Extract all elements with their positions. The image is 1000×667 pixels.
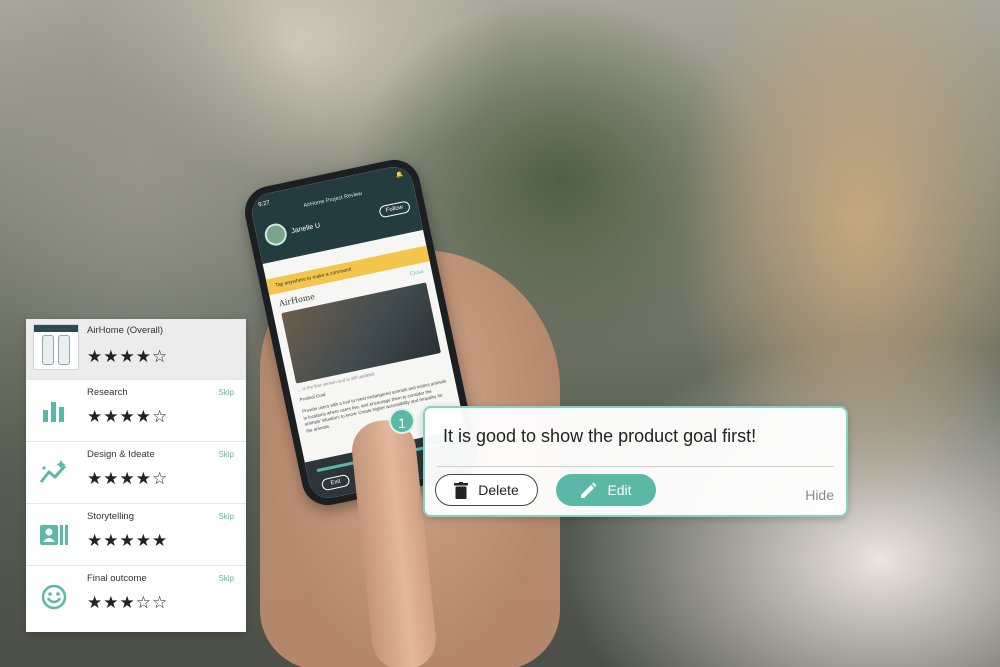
rating-row-research[interactable]: Research Skip ★★★★☆ xyxy=(26,380,246,442)
star-rating[interactable]: ★★★★☆ xyxy=(87,469,168,489)
star-rating[interactable]: ★★★★☆ xyxy=(87,407,168,427)
delete-button[interactable]: Delete xyxy=(435,474,538,506)
smiley-icon xyxy=(41,584,67,610)
phone-time: 9:27 xyxy=(257,199,271,209)
comment-text: It is good to show the product goal firs… xyxy=(443,426,757,446)
avatar[interactable] xyxy=(262,221,289,248)
bell-icon[interactable]: 🔔 xyxy=(395,171,404,179)
rating-panel: AirHome (Overall) ★★★★☆ Research Skip ★★… xyxy=(26,319,246,632)
comment-card: It is good to show the product goal firs… xyxy=(423,406,848,517)
divider xyxy=(437,466,834,467)
trash-icon xyxy=(454,481,469,499)
rating-row-design[interactable]: Design & Ideate Skip ★★★★☆ xyxy=(26,442,246,504)
rating-label: Research xyxy=(87,387,128,398)
exit-button[interactable]: Exit xyxy=(320,473,351,492)
rating-label: Storytelling xyxy=(87,511,134,522)
sparkle-trend-icon xyxy=(39,460,67,483)
rating-row-overall[interactable]: AirHome (Overall) ★★★★☆ xyxy=(26,319,246,380)
rating-label: AirHome (Overall) xyxy=(87,325,164,336)
rating-label: Design & Ideate xyxy=(87,449,155,460)
hide-button[interactable]: Hide xyxy=(805,487,834,503)
section-title: AirHome xyxy=(278,291,316,309)
pencil-icon xyxy=(581,482,597,498)
project-thumbnail xyxy=(33,324,79,370)
storyboard-icon xyxy=(40,525,68,545)
skip-link[interactable]: Skip xyxy=(218,450,234,459)
star-rating[interactable]: ★★★★☆ xyxy=(87,347,168,367)
skip-link[interactable]: Skip xyxy=(218,574,234,583)
edit-label: Edit xyxy=(607,482,632,498)
rating-row-final[interactable]: Final outcome Skip ★★★☆☆ xyxy=(26,566,246,628)
rating-label: Final outcome xyxy=(87,573,147,584)
rating-row-storytelling[interactable]: Storytelling Skip ★★★★★ xyxy=(26,504,246,566)
delete-label: Delete xyxy=(478,482,519,498)
skip-link[interactable]: Skip xyxy=(218,388,234,397)
edit-button[interactable]: Edit xyxy=(556,474,656,506)
comment-pin[interactable]: 1 xyxy=(389,408,415,434)
section-close-link[interactable]: Close xyxy=(409,269,425,281)
follow-button[interactable]: Follow xyxy=(377,200,412,219)
user-name: Janelle U xyxy=(290,221,321,235)
skip-link[interactable]: Skip xyxy=(218,512,234,521)
star-rating[interactable]: ★★★★★ xyxy=(87,531,168,551)
star-rating[interactable]: ★★★☆☆ xyxy=(87,593,168,613)
bar-chart-icon xyxy=(43,402,64,422)
